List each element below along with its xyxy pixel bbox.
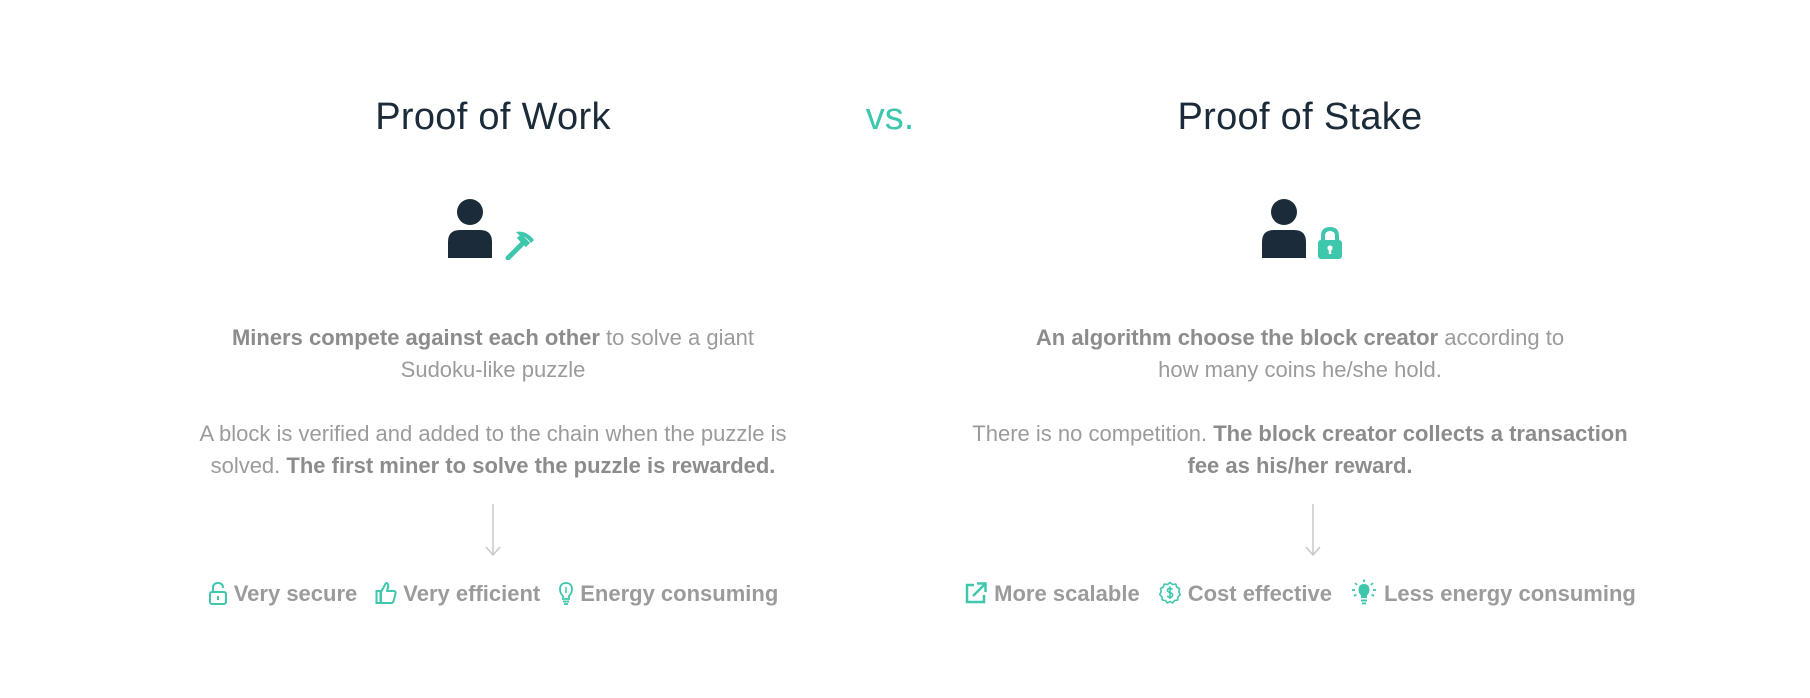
feature-label: Energy consuming	[580, 581, 779, 606]
pos-paragraph-1: An algorithm choose the block creator ac…	[940, 322, 1660, 386]
pow-p2-bold: The first miner to solve the puzzle is r…	[286, 453, 776, 478]
lightbulb-icon	[559, 582, 574, 605]
feature-cost-effective: Cost effective	[1158, 576, 1332, 612]
pos-features: More scalable Cost effective Less energy…	[940, 576, 1660, 612]
pos-title: Proof of Stake	[1177, 96, 1423, 138]
feature-more-scalable: More scalable	[964, 576, 1140, 612]
vs-label: vs.	[865, 96, 915, 138]
pow-title: Proof of Work	[375, 96, 611, 138]
pow-icon-group	[160, 198, 826, 262]
pos-p2-text: There is no competition.	[972, 421, 1214, 446]
pow-p1-text-line2: Sudoku-like puzzle	[400, 357, 586, 382]
pos-p1-text-line2: how many coins he/she hold.	[1158, 357, 1442, 382]
lock-open-icon	[208, 581, 227, 605]
pow-p2-text-line2: solved.	[210, 453, 287, 478]
feature-very-efficient: Very efficient	[375, 576, 540, 612]
lock-icon	[1318, 226, 1342, 259]
feature-label: Very secure	[233, 581, 358, 606]
feature-very-secure: Very secure	[208, 576, 358, 612]
feature-label: Less energy consuming	[1383, 581, 1636, 606]
down-arrow-icon	[1305, 504, 1321, 557]
down-arrow-icon	[485, 504, 501, 557]
feature-label: More scalable	[994, 581, 1140, 606]
pow-p1-text: to solve a giant	[599, 325, 755, 350]
pow-features: Very secure Very efficient Energy consum…	[160, 576, 826, 612]
external-link-icon	[965, 582, 987, 604]
user-icon	[1262, 199, 1306, 258]
pow-p1-bold: Miners compete against each other	[231, 325, 600, 350]
user-icon	[448, 199, 492, 258]
feature-energy-consuming: Energy consuming	[558, 576, 778, 612]
lightbulb-bright-icon	[1351, 579, 1376, 605]
feature-label: Very efficient	[403, 581, 541, 606]
feature-less-energy-consuming: Less energy consuming	[1350, 576, 1636, 612]
pos-paragraph-2: There is no competition. The block creat…	[940, 418, 1660, 482]
pow-paragraph-2: A block is verified and added to the cha…	[160, 418, 826, 482]
dollar-badge-icon	[1158, 581, 1181, 604]
pos-p1-text: according to	[1438, 325, 1565, 350]
pos-icon-group	[940, 198, 1660, 262]
thumbs-up-icon	[375, 582, 397, 604]
pos-p2-bold-line2: fee as his/her reward.	[1187, 453, 1413, 478]
pow-p2-text: A block is verified and added to the cha…	[199, 421, 787, 446]
pickaxe-icon	[505, 231, 534, 260]
pos-p1-bold: An algorithm choose the block creator	[1035, 325, 1439, 350]
pos-p2-bold: The block creator collects a transaction	[1213, 421, 1628, 446]
pow-paragraph-1: Miners compete against each other to sol…	[160, 322, 826, 386]
feature-label: Cost effective	[1187, 581, 1332, 606]
